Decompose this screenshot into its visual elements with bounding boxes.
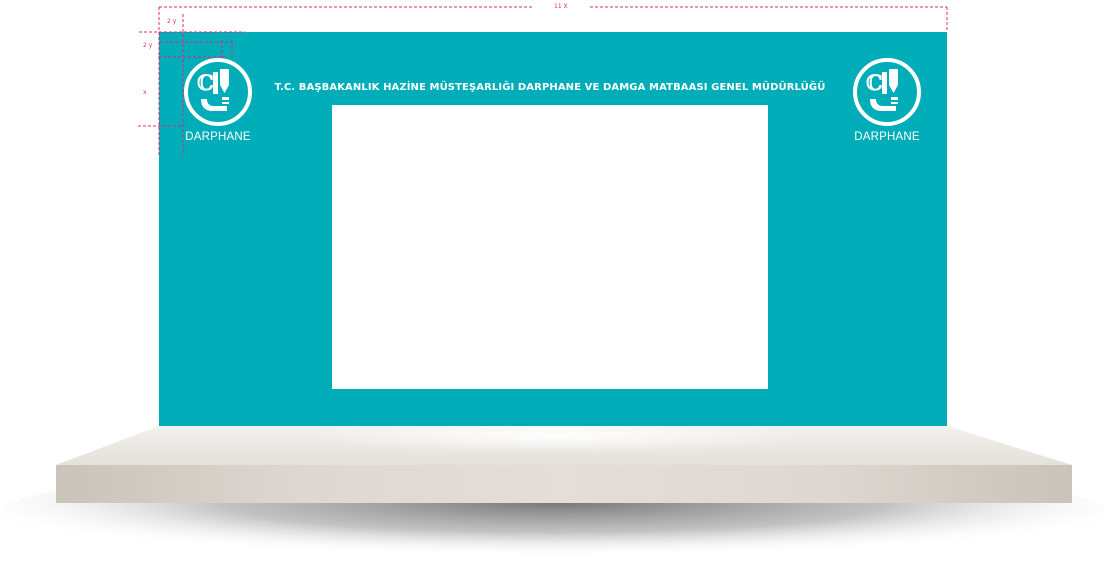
dimension-width-label: 11 X [554, 3, 568, 10]
dimension-top-margin-label: 2 y [167, 18, 177, 25]
dimension-side-margin-label: 2 y [143, 42, 153, 49]
dimension-logo-height-label: x [143, 89, 147, 96]
dimension-guides [138, 6, 948, 155]
